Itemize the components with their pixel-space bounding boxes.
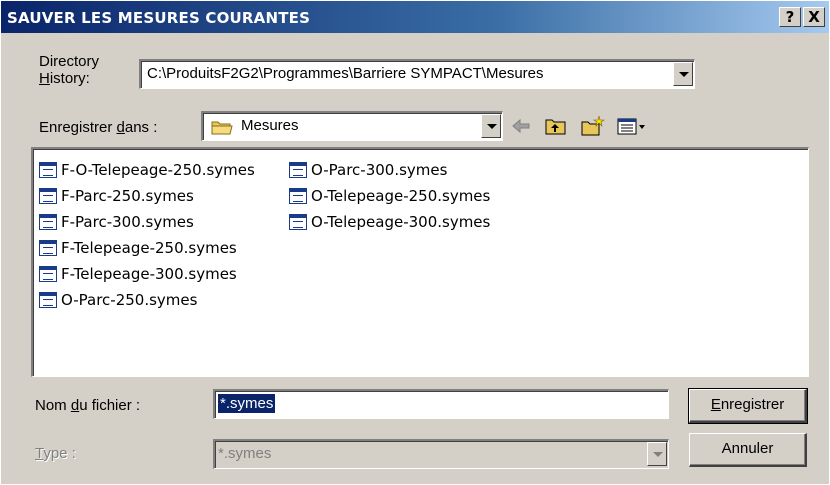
view-menu-icon[interactable]	[615, 115, 647, 137]
type-label: Type :	[35, 445, 76, 462]
window-title: SAUVER LES MESURES COURANTES	[7, 9, 311, 27]
file-item[interactable]: F-Telepeage-300.symes	[39, 261, 255, 287]
filename-label-post: u fichier :	[79, 397, 141, 414]
filename-label-pre: Nom	[35, 397, 71, 414]
directory-history-label: Directory History:	[39, 53, 99, 87]
save-in-hotkey: d	[116, 119, 125, 136]
file-name: F-Parc-250.symes	[61, 187, 194, 205]
file-icon	[289, 162, 307, 178]
save-in-combo[interactable]: Mesures	[201, 111, 503, 141]
file-column-2: O-Parc-300.symes O-Telepeage-250.symes O…	[289, 157, 490, 235]
filename-input[interactable]: *.symes	[213, 389, 669, 419]
file-column-1: F-O-Telepeage-250.symes F-Parc-250.symes…	[39, 157, 255, 313]
file-item[interactable]: O-Parc-300.symes	[289, 157, 490, 183]
help-button[interactable]: ?	[779, 7, 801, 27]
file-name: O-Parc-300.symes	[311, 161, 448, 179]
type-dropdown-button	[647, 442, 667, 466]
file-item[interactable]: F-Parc-250.symes	[39, 183, 255, 209]
save-in-label-pre: Enregistrer	[39, 119, 117, 136]
file-icon	[39, 188, 57, 204]
back-arrow-icon[interactable]	[509, 115, 535, 137]
file-name: F-Telepeage-250.symes	[61, 239, 237, 257]
file-name: O-Telepeage-250.symes	[311, 187, 491, 205]
file-item[interactable]: O-Parc-250.symes	[39, 287, 255, 313]
file-name: F-Telepeage-300.symes	[61, 265, 237, 283]
type-combo: *.symes	[213, 439, 669, 469]
directory-history-value: C:\ProduitsF2G2\Programmes\Barriere SYMP…	[147, 65, 544, 82]
save-in-label-post: ans :	[124, 119, 158, 136]
file-icon	[289, 214, 307, 230]
directory-history-hotkey: H	[39, 70, 50, 87]
save-in-label: Enregistrer dans :	[39, 119, 157, 136]
title-bar[interactable]: SAUVER LES MESURES COURANTES ? X	[1, 1, 829, 33]
save-button-hotkey: E	[710, 396, 721, 413]
directory-history-combo[interactable]: C:\ProduitsF2G2\Programmes\Barriere SYMP…	[139, 59, 695, 89]
filename-label: Nom du fichier :	[35, 397, 140, 414]
chevron-down-icon	[487, 124, 497, 129]
file-icon	[39, 214, 57, 230]
up-folder-icon[interactable]	[543, 115, 569, 137]
close-button[interactable]: X	[803, 7, 825, 27]
file-item[interactable]: O-Telepeage-250.symes	[289, 183, 490, 209]
chevron-down-icon	[653, 452, 663, 457]
chevron-down-icon	[679, 72, 689, 77]
save-button-label: nregistrer	[720, 396, 785, 413]
directory-history-label-line1: Directory	[39, 53, 100, 70]
cancel-button[interactable]: Annuler	[689, 433, 807, 467]
file-name: O-Parc-250.symes	[61, 291, 198, 309]
file-icon	[289, 188, 307, 204]
file-name: O-Telepeage-300.symes	[311, 213, 491, 231]
file-name: F-Parc-300.symes	[61, 213, 194, 231]
file-name: F-O-Telepeage-250.symes	[61, 161, 255, 179]
filename-value: *.symes	[218, 394, 276, 413]
save-in-dropdown-button[interactable]	[481, 114, 501, 138]
type-label-post: ype :	[43, 445, 76, 462]
directory-history-label-line2: istory:	[49, 70, 90, 87]
file-item[interactable]: F-O-Telepeage-250.symes	[39, 157, 255, 183]
directory-history-dropdown-button[interactable]	[673, 62, 693, 86]
type-value: *.symes	[218, 445, 272, 462]
file-icon	[39, 162, 57, 178]
file-list[interactable]: F-O-Telepeage-250.symes F-Parc-250.symes…	[31, 147, 809, 377]
folder-icon	[211, 121, 233, 135]
file-icon	[39, 292, 57, 308]
file-icon	[39, 266, 57, 282]
new-folder-icon[interactable]	[579, 115, 605, 137]
save-button[interactable]: Enregistrer	[688, 388, 808, 424]
file-item[interactable]: O-Telepeage-300.symes	[289, 209, 490, 235]
file-icon	[39, 240, 57, 256]
file-item[interactable]: F-Parc-300.symes	[39, 209, 255, 235]
save-in-value: Mesures	[241, 117, 299, 134]
file-item[interactable]: F-Telepeage-250.symes	[39, 235, 255, 261]
filename-hotkey: d	[70, 397, 80, 414]
save-dialog: SAUVER LES MESURES COURANTES ? X Directo…	[0, 0, 830, 485]
